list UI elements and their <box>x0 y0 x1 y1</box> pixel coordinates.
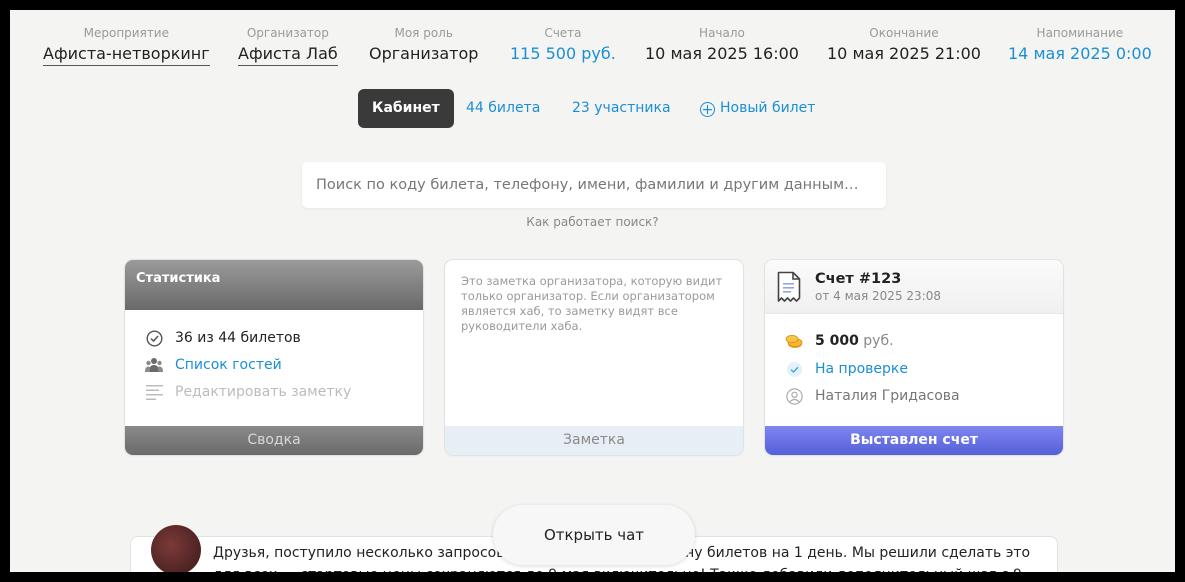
organizer-info: Организатор Афиста Лаб <box>238 26 338 66</box>
stats-title: Статистика <box>125 260 423 310</box>
search-help-link: Как работает поиск? <box>10 215 1175 229</box>
note-text: Это заметка организатора, которую видит … <box>461 274 723 333</box>
end-info: Окончание 10 мая 2025 21:00 <box>827 26 981 65</box>
new-ticket-label: Новый билет <box>720 100 816 116</box>
invoice-card: Счет #123 от 4 мая 2025 23:08 5 000 руб.… <box>765 260 1063 455</box>
stats-card: Статистика 36 из 44 билетов Список госте… <box>125 260 423 455</box>
guest-list-link: Список гостей <box>175 357 282 373</box>
invoice-amount-row: 5 000 руб. <box>785 332 894 350</box>
event-link[interactable]: Афиста-нетворкинг <box>43 43 210 66</box>
page: Мероприятие Афиста-нетворкинг Организато… <box>10 10 1175 572</box>
start-value: 10 мая 2025 16:00 <box>645 44 799 63</box>
reminder-info: Напоминание 14 мая 2025 0:00 <box>1008 26 1152 65</box>
invoice-person-row: Наталия Гридасова <box>785 387 960 405</box>
search-input[interactable] <box>302 162 886 208</box>
open-chat-button[interactable]: Открыть чат <box>493 505 695 565</box>
organizer-link[interactable]: Афиста Лаб <box>238 43 338 66</box>
invoice-footer-button[interactable]: Выставлен счет <box>765 426 1063 455</box>
coins-icon <box>785 332 803 350</box>
role-info: Моя роль Организатор <box>369 26 478 65</box>
start-info: Начало 10 мая 2025 16:00 <box>645 26 799 65</box>
event-label: Мероприятие <box>83 26 169 40</box>
guest-list-row[interactable]: Список гостей <box>145 356 282 374</box>
user-circle-icon <box>785 387 803 405</box>
start-label: Начало <box>699 26 745 40</box>
organizer-label: Организатор <box>246 26 329 40</box>
edit-note-link: Редактировать заметку <box>175 384 352 400</box>
invoice-status-row: На проверке <box>785 360 908 378</box>
edit-note-row[interactable]: Редактировать заметку <box>145 383 351 401</box>
reminder-label: Напоминание <box>1036 26 1124 40</box>
end-label: Окончание <box>869 26 939 40</box>
avatar <box>151 525 201 572</box>
tickets-count: 36 из 44 билетов <box>175 330 301 346</box>
check-circle-icon <box>145 329 163 347</box>
receipt-icon <box>777 271 801 307</box>
invoice-status: На проверке <box>815 361 908 377</box>
check-badge-icon <box>785 360 803 378</box>
invoices-info: Счета 115 500 руб. <box>510 26 616 65</box>
invoice-currency: руб. <box>863 333 894 349</box>
role-value: Организатор <box>369 44 479 63</box>
tab-cabinet[interactable]: Кабинет <box>358 89 454 128</box>
tab-tickets[interactable]: 44 билета <box>466 89 540 128</box>
invoices-link[interactable]: 115 500 руб. <box>510 43 616 65</box>
tab-participants[interactable]: 23 участника <box>572 89 671 128</box>
note-card: Это заметка организатора, которую видит … <box>445 260 743 455</box>
note-footer-button[interactable]: Заметка <box>445 426 743 455</box>
invoices-label: Счета <box>544 26 582 40</box>
reminder-link[interactable]: 14 мая 2025 0:00 <box>1008 43 1152 65</box>
event-info: Мероприятие Афиста-нетворкинг <box>43 26 210 66</box>
stats-footer-button[interactable]: Сводка <box>125 426 423 455</box>
invoice-date: от 4 мая 2025 23:08 <box>815 289 941 303</box>
plus-circle-icon: + <box>700 102 715 118</box>
new-ticket-button[interactable]: + Новый билет <box>700 89 815 128</box>
tickets-count-row: 36 из 44 билетов <box>145 329 301 347</box>
invoice-person: Наталия Гридасова <box>815 388 960 404</box>
invoice-header: Счет #123 от 4 мая 2025 23:08 <box>765 260 1063 314</box>
invoice-amount: 5 000 <box>815 333 859 349</box>
search-help-text[interactable]: Как работает поиск? <box>526 215 658 229</box>
text-lines-icon <box>145 383 163 401</box>
invoice-title: Счет #123 <box>815 271 902 287</box>
end-value: 10 мая 2025 21:00 <box>827 44 981 63</box>
role-label: Моя роль <box>394 26 453 40</box>
users-icon <box>145 356 163 374</box>
